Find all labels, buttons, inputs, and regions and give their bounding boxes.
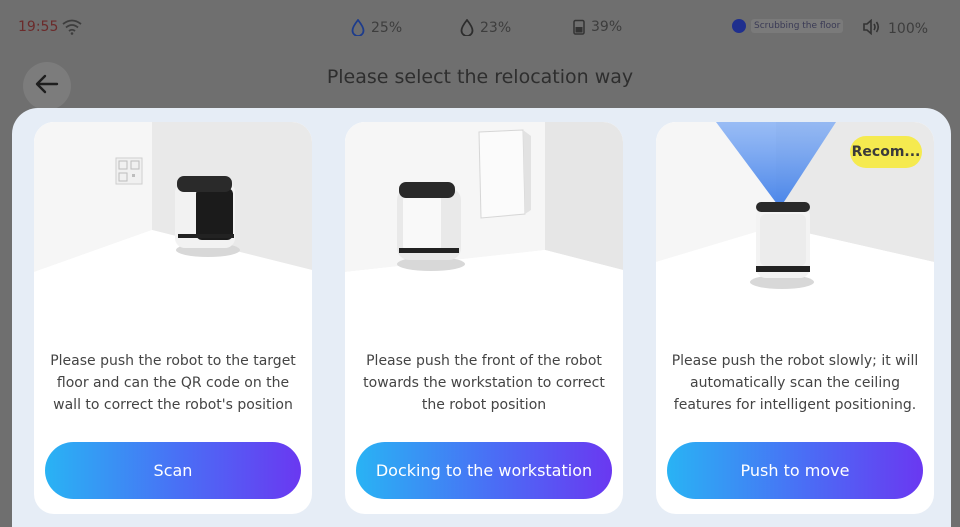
clean-water-value: 25% — [371, 19, 403, 36]
dirty-water-value: 23% — [480, 19, 512, 36]
push-to-move-button[interactable]: Push to move — [667, 442, 923, 499]
task-status-dot — [732, 19, 746, 33]
option-description: Please push the robot to the target floo… — [50, 353, 296, 413]
task-status-label: Scrubbing the floor — [751, 19, 844, 33]
relocation-option-docking: Please push the front of the robot towar… — [345, 122, 623, 514]
status-bar: 19:55 25% 23% 39% Scrubbing the floor 10… — [0, 0, 960, 52]
workstation-icon — [478, 129, 531, 219]
relocation-option-push: Recom... Please push the robot slowly; i… — [656, 122, 934, 514]
task-status-chip: Scrubbing the floor — [732, 19, 844, 33]
relocation-dialog: Please push the robot to the target floo… — [12, 108, 951, 527]
speaker-icon — [862, 18, 882, 39]
battery-value: 39% — [591, 19, 623, 35]
docking-button[interactable]: Docking to the workstation — [356, 442, 612, 499]
volume-value: 100% — [888, 21, 929, 37]
clean-water-level: 25% — [351, 19, 402, 36]
water-drop-icon — [351, 19, 365, 36]
recommended-badge: Recom... — [850, 136, 922, 168]
robot-qr-scan-illustration — [34, 122, 312, 334]
scan-button[interactable]: Scan — [45, 442, 301, 499]
page-title: Please select the relocation way — [326, 66, 634, 88]
clock: 19:55 — [18, 19, 59, 35]
volume-indicator: 100% — [862, 18, 929, 39]
dirty-water-level: 23% — [460, 19, 511, 36]
battery-level: 39% — [573, 19, 622, 35]
option-description: Please push the robot slowly; it will au… — [671, 353, 919, 413]
wifi-icon — [62, 19, 82, 39]
water-drop-icon — [460, 19, 474, 36]
relocation-option-scan: Please push the robot to the target floo… — [34, 122, 312, 514]
qr-code-icon — [115, 157, 143, 185]
robot-docking-illustration — [345, 122, 623, 334]
option-description: Please push the front of the robot towar… — [363, 353, 605, 413]
battery-icon — [573, 19, 585, 35]
